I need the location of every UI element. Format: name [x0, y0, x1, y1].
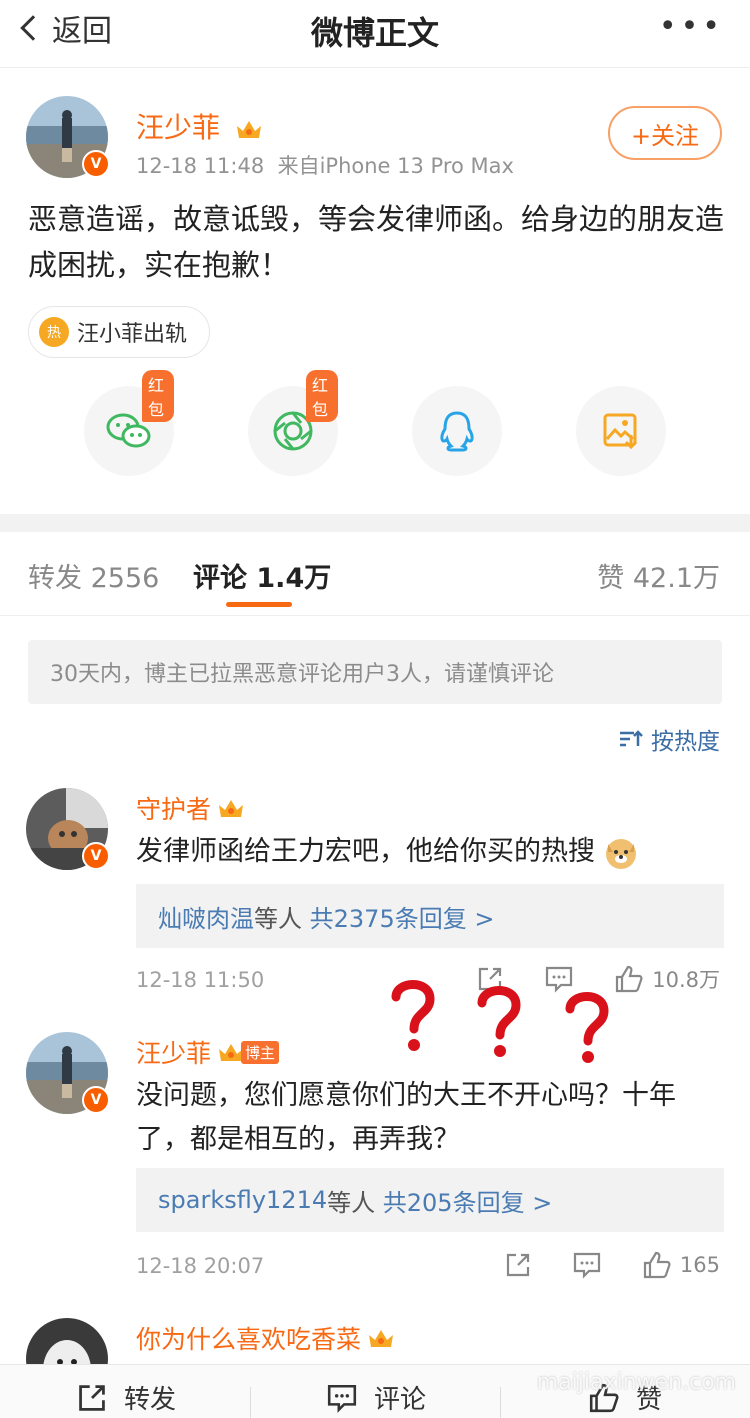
commenter-name[interactable]: 守护者: [136, 790, 245, 826]
reply-preview[interactable]: sparksfly1214 等人 共205条回复 >: [136, 1168, 724, 1232]
like-count: 10.8万: [652, 968, 720, 992]
comment-icon[interactable]: [572, 1251, 602, 1279]
sort-icon: [620, 730, 643, 747]
author-name[interactable]: 汪少菲: [136, 106, 263, 146]
sort-label: 按热度: [651, 729, 720, 755]
reply-mid: 等人: [254, 904, 302, 933]
bottom-comment-button[interactable]: 评论: [326, 1379, 426, 1416]
bottom-repost-button[interactable]: 转发: [76, 1379, 176, 1416]
reply-users: 灿啵肉温: [158, 904, 254, 933]
share-icon: [79, 1384, 105, 1411]
vip-crown-icon: [219, 800, 244, 817]
post-source: 来自iPhone 13 Pro Max: [277, 154, 514, 178]
reply-mid: 等人: [327, 1188, 376, 1217]
commenter-name[interactable]: 你为什么喜欢吃香菜: [136, 1320, 395, 1356]
vip-crown-icon: [236, 121, 261, 138]
commenter-avatar[interactable]: V: [26, 1032, 110, 1116]
interaction-tabs: 转发 2556 评论 1.4万 赞 42.1万: [0, 532, 750, 616]
save-image-icon: [603, 413, 638, 450]
hongbao-tag: 红包: [306, 370, 338, 422]
topic-label: 汪小菲出轨: [77, 322, 188, 347]
share-wechat-button[interactable]: 红包: [84, 370, 174, 476]
post-meta: 12-18 11:48 来自iPhone 13 Pro Max: [136, 150, 514, 180]
weibo-post: V 汪少菲 12-18 11:48 来自iPhone 13 Pro Max +关…: [0, 68, 750, 514]
comment-time: 12-18 11:50: [136, 968, 265, 992]
verified-badge: V: [82, 150, 110, 178]
hot-topic-icon: 热: [39, 317, 69, 347]
commenter-name-text: 汪少菲: [136, 1039, 212, 1068]
nav-bar: 返回 微博正文 •••: [0, 0, 750, 68]
commenter-name-text: 你为什么喜欢吃香菜: [136, 1325, 362, 1354]
divider: [250, 1387, 251, 1418]
post-text: 恶意造谣，故意诋毁，等会发律师函。给身边的朋友造成困扰，实在抱歉！: [28, 202, 725, 282]
bottom-comment-label: 评论: [374, 1385, 427, 1415]
share-icon[interactable]: [504, 1251, 532, 1279]
author-name-text: 汪少菲: [136, 111, 221, 144]
hongbao-tag: 红包: [142, 370, 174, 422]
commenter-avatar[interactable]: V: [26, 788, 110, 872]
comment-notice: 30天内，博主已拉黑恶意评论用户3人，请谨慎评论: [28, 640, 722, 704]
reply-users: sparksfly1214: [158, 1186, 328, 1214]
comment-actions: 165: [504, 1250, 720, 1280]
comment-time: 12-18 20:07: [136, 1254, 265, 1278]
thumbs-up-icon: [643, 1251, 671, 1279]
reply-count: 共2375条回复 >: [309, 904, 495, 933]
comment-body: 发律师函给王力宏吧，他给你买的热搜: [136, 836, 595, 867]
comment-text: 没问题，您们愿意你们的大王不开心吗？十年了，都是相互的，再弄我？: [136, 1080, 676, 1155]
doge-emoji-icon: [605, 838, 636, 869]
watermark: maijiaxinwen.com: [536, 1370, 736, 1395]
commenter-name-text: 守护者: [136, 795, 212, 824]
question-marks-overlay: [391, 980, 609, 1063]
share-row: 红包 红包: [0, 370, 750, 486]
comment-icon: [327, 1384, 357, 1413]
sort-button[interactable]: 按热度: [619, 722, 720, 756]
active-tab-indicator: [226, 602, 292, 607]
like-button[interactable]: 165: [642, 1250, 720, 1280]
reply-count: 共205条回复 >: [382, 1188, 553, 1217]
share-qq-button[interactable]: [412, 386, 502, 476]
tab-comments[interactable]: 评论 1.4万: [193, 556, 331, 595]
verified-badge: V: [82, 1086, 110, 1114]
verified-badge: V: [82, 842, 110, 870]
bottom-repost-label: 转发: [124, 1385, 177, 1415]
post-time: 12-18 11:48: [136, 154, 265, 178]
topic-chip[interactable]: 热 汪小菲出轨: [28, 306, 211, 358]
tab-repost[interactable]: 转发 2556: [28, 556, 159, 595]
divider: [500, 1387, 501, 1418]
comment-text: 发律师函给王力宏吧，他给你买的热搜: [136, 830, 726, 874]
qq-icon: [440, 411, 474, 452]
tab-likes[interactable]: 赞 42.1万: [597, 556, 720, 595]
reply-preview[interactable]: 灿啵肉温 等人 共2375条回复 >: [136, 884, 724, 948]
author-avatar[interactable]: V: [26, 96, 110, 180]
save-image-button[interactable]: [576, 386, 666, 476]
commenter-name[interactable]: 汪少菲 博主: [136, 1034, 280, 1070]
host-badge: 博主: [241, 1040, 280, 1064]
more-options-icon[interactable]: •••: [659, 12, 724, 42]
like-count: 165: [679, 1253, 720, 1277]
vip-crown-icon: [369, 1330, 394, 1347]
share-moments-button[interactable]: 红包: [248, 370, 338, 476]
section-divider: [0, 514, 750, 532]
page-title: 微博正文: [310, 14, 439, 52]
follow-button[interactable]: +关注: [608, 106, 722, 160]
